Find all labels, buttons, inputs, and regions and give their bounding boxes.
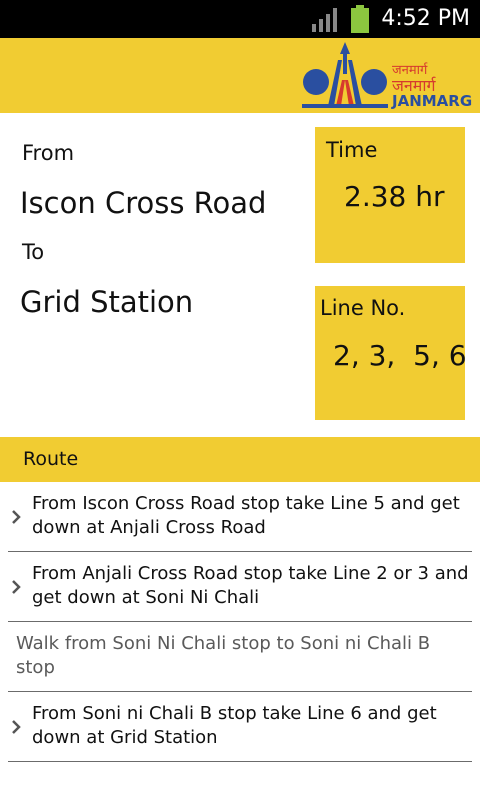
from-label: From [22,141,75,165]
brand-name: JANMARG [392,92,473,110]
route-step-walk[interactable]: Walk from Soni Ni Chali stop to Soni ni … [8,622,472,692]
line-number-value: 2, 3, 5, 6 [333,339,467,372]
to-label: To [22,240,45,264]
from-value: Iscon Cross Road [20,186,267,220]
route-step-text: From Soni ni Chali B stop take Line 6 an… [32,703,437,748]
janmarg-logo-icon [302,42,388,108]
route-step-text: Walk from Soni Ni Chali stop to Soni ni … [16,633,431,678]
line-number-label: Line No. [320,296,406,320]
route-step-text: From Anjali Cross Road stop take Line 2 … [32,563,469,608]
route-list: From Iscon Cross Road stop take Line 5 a… [0,482,480,762]
line-number-box: Line No. 2, 3, 5, 6 [315,286,467,420]
chevron-right-icon [12,720,21,734]
time-box: Time 2.38 hr [315,127,465,263]
signal-icon [312,8,337,32]
chevron-right-icon [12,580,21,594]
to-value: Grid Station [20,285,194,319]
chevron-right-icon [12,510,21,524]
time-value: 2.38 hr [344,180,445,213]
route-label: Route [23,448,79,470]
clock: 4:52 PM [381,6,470,31]
app-header: जनमार्ग जनमार्ग JANMARG [0,38,480,113]
route-header: Route [0,437,480,482]
time-label: Time [326,138,378,162]
route-step-text: From Iscon Cross Road stop take Line 5 a… [32,493,460,538]
route-step[interactable]: From Iscon Cross Road stop take Line 5 a… [8,482,472,552]
battery-icon [351,5,369,33]
route-step[interactable]: From Soni ni Chali B stop take Line 6 an… [8,692,472,762]
status-bar: 4:52 PM [0,0,480,38]
route-step[interactable]: From Anjali Cross Road stop take Line 2 … [8,552,472,622]
